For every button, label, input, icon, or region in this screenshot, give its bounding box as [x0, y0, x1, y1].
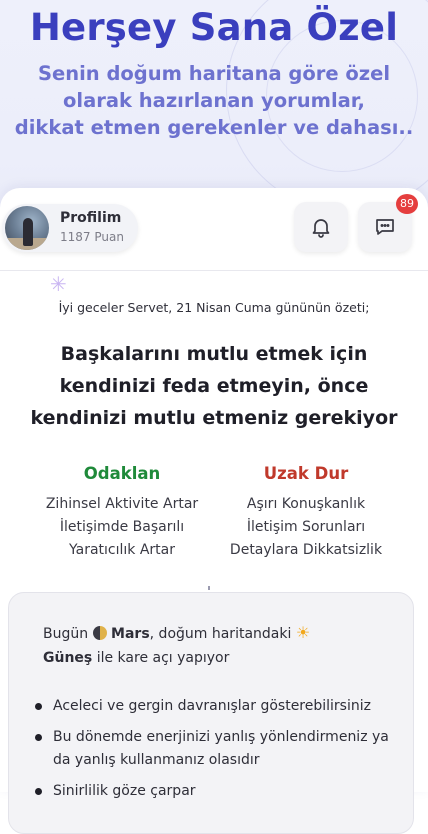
- divider-mark: [208, 586, 210, 590]
- app-header: Profilim 1187 Puan 89: [0, 188, 428, 271]
- daily-summary-text: İyi geceler Servet, 21 Nisan Cuma gününü…: [58, 300, 370, 315]
- notifications-button[interactable]: [294, 202, 348, 252]
- avoid-item: Aşırı Konuşkanlık: [246, 496, 366, 512]
- hero-banner: Herşey Sana Özel Senin doğum haritana gö…: [0, 0, 428, 220]
- profile-button[interactable]: Profilim 1187 Puan: [2, 204, 138, 252]
- aspect-card: Bugün Mars, doğum haritandaki ☀ Güneş il…: [8, 592, 414, 834]
- focus-item: Zihinsel Aktivite Artar: [45, 496, 199, 512]
- profile-label: Profilim: [60, 210, 122, 226]
- headline-line: kendinizi feda etmeyin, önce: [59, 375, 369, 397]
- aspect-planet-1: Mars: [111, 626, 150, 642]
- hero-subtitle-line: Senin doğum haritana göre özel: [37, 62, 391, 85]
- avoid-item: Detaylara Dikkatsizlik: [229, 542, 383, 558]
- avatar: [5, 206, 49, 250]
- avoid-title: Uzak Dur: [263, 464, 349, 483]
- aspect-effects-list: Aceleci ve gergin davranışlar gösterebil…: [33, 695, 389, 811]
- aspect-description: Bugün Mars, doğum haritandaki ☀ Güneş il…: [43, 621, 343, 670]
- avoid-column: Uzak Dur Aşırı Konuşkanlık İletişim Soru…: [206, 464, 406, 562]
- aspect-suffix: ile kare açı yapıyor: [96, 650, 230, 666]
- list-item: Aceleci ve gergin davranışlar gösterebil…: [33, 695, 389, 718]
- profile-points: 1187 Puan: [60, 230, 124, 244]
- focus-item: İletişimde Başarılı: [59, 519, 185, 535]
- headline-line: kendinizi mutlu etmeniz gerekiyor: [30, 407, 398, 429]
- sparkle-icon: ✳: [50, 272, 67, 296]
- messages-badge: 89: [396, 194, 418, 214]
- list-item: Bu dönemde enerjinizi yanlış yönlendirme…: [33, 726, 389, 772]
- bell-icon: [312, 219, 330, 238]
- hero-title: Herşey Sana Özel: [29, 6, 399, 49]
- aspect-planet-2: Güneş: [43, 650, 93, 666]
- chat-icon: [376, 219, 394, 235]
- daily-headline: Başkalarını mutlu etmek için kendinizi f…: [20, 338, 408, 434]
- app-screen-card: Profilim 1187 Puan 89 ✳ İyi geceler Serv…: [0, 188, 428, 834]
- avoid-item: İletişim Sorunları: [246, 519, 366, 535]
- focus-title: Odaklan: [83, 464, 161, 483]
- mars-icon: [92, 626, 107, 640]
- focus-item: Yaratıcılık Artar: [69, 542, 175, 558]
- sun-icon: ☀: [295, 623, 311, 642]
- hero-subtitle-line: olarak hazırlanan yorumlar,: [63, 89, 365, 112]
- headline-line: Başkalarını mutlu etmek için: [60, 343, 368, 365]
- aspect-middle: , doğum haritandaki: [149, 626, 292, 642]
- hero-subtitle-line: dikkat etmen gerekenler ve dahası..: [14, 116, 414, 139]
- aspect-prefix: Bugün: [43, 626, 89, 642]
- focus-column: Odaklan Zihinsel Aktivite Artar İletişim…: [22, 464, 222, 562]
- hero-subtitle: Senin doğum haritana göre özel olarak ha…: [0, 60, 428, 141]
- messages-button[interactable]: 89: [358, 194, 418, 252]
